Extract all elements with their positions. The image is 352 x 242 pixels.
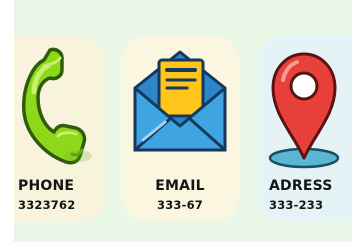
phone-handset-icon xyxy=(22,47,92,165)
phone-card[interactable]: PHONE 3323762 xyxy=(14,36,106,222)
email-card[interactable]: EMAIL 333-67 xyxy=(121,36,239,222)
email-title: EMAIL xyxy=(155,178,205,194)
phone-title: PHONE xyxy=(18,178,75,194)
contact-cards-canvas: PHONE 3323762 EMAIL 333-67 ADRESS 333-23… xyxy=(0,0,352,242)
address-card[interactable]: ADRESS 333-233 xyxy=(257,36,352,222)
envelope-letter-icon xyxy=(133,50,227,152)
email-value: 333-67 xyxy=(157,198,203,212)
address-value: 333-233 xyxy=(269,198,324,212)
map-pin-icon xyxy=(268,52,340,169)
address-title: ADRESS xyxy=(269,178,333,194)
phone-value: 3323762 xyxy=(18,198,76,212)
